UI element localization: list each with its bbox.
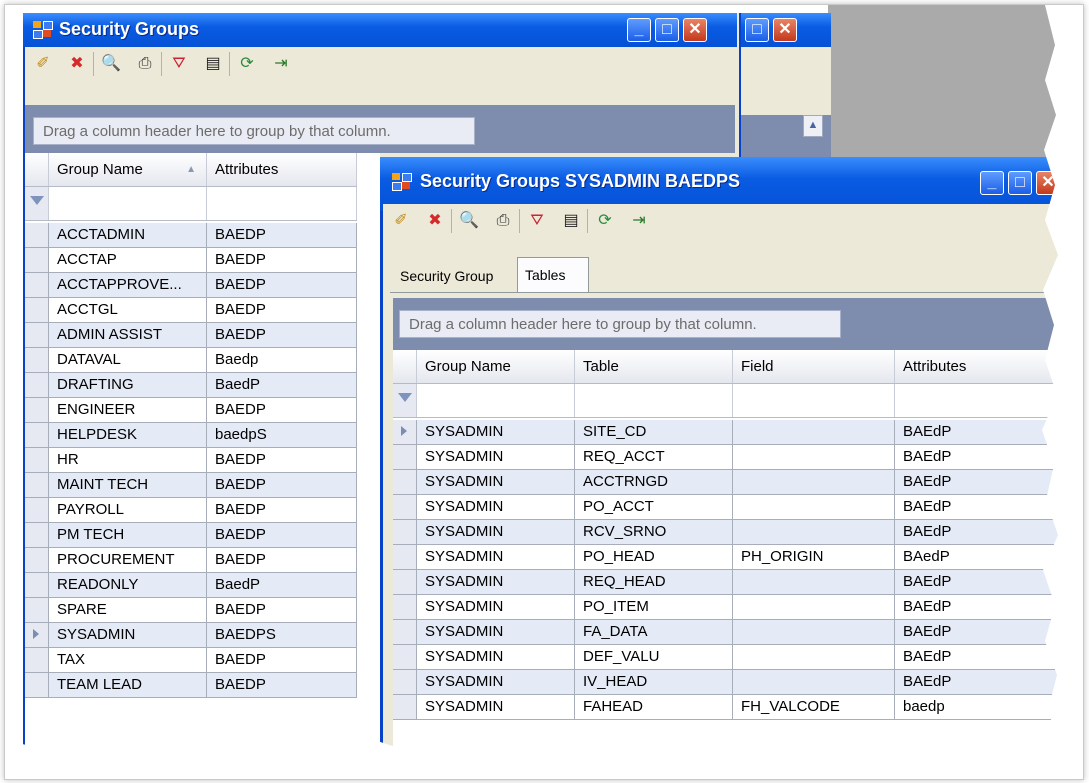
torn-edge-decoration	[5, 5, 1083, 779]
screenshot-frame: □ ✕ ▲ Security Groups _ □ ✕ ✐ ✖ 🔍 ⎙ ⛛ ▤ ⟳ ⇥ Dra…	[4, 4, 1084, 780]
